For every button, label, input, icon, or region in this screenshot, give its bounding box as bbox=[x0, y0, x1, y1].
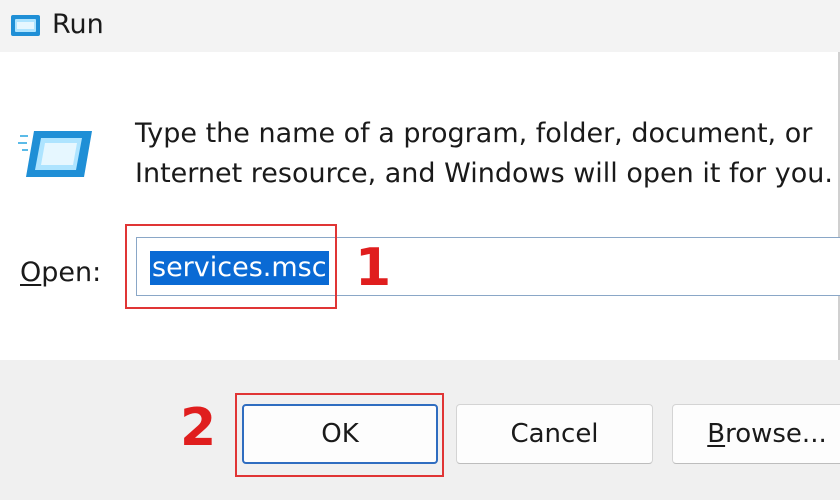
open-label-text: pen: bbox=[41, 257, 102, 288]
annotation-box-step-1 bbox=[125, 224, 337, 309]
annotation-number-step-2: 2 bbox=[180, 398, 217, 458]
window-title: Run bbox=[52, 9, 104, 40]
run-program-icon bbox=[18, 127, 96, 189]
cancel-button[interactable]: Cancel bbox=[456, 404, 653, 464]
title-bar[interactable]: Run bbox=[0, 0, 840, 52]
open-label-accesskey: O bbox=[20, 257, 42, 288]
annotation-number-step-1: 1 bbox=[355, 238, 392, 298]
open-label: Open: bbox=[20, 255, 101, 291]
dialog-description: Type the name of a program, folder, docu… bbox=[135, 118, 833, 189]
browse-accesskey: B bbox=[707, 419, 726, 449]
annotation-box-step-2 bbox=[235, 393, 444, 477]
browse-button[interactable]: Browse... bbox=[672, 404, 840, 464]
dialog-body bbox=[0, 52, 840, 360]
browse-label: rowse... bbox=[725, 419, 827, 449]
run-app-icon bbox=[8, 11, 44, 45]
